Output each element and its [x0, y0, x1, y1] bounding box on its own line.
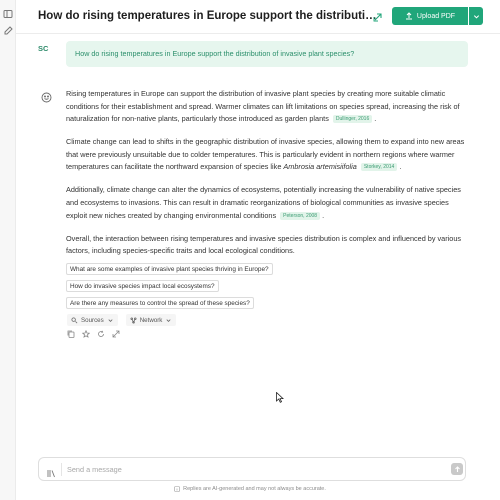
upload-pdf-label: Upload PDF — [416, 12, 456, 20]
ai-avatar-icon — [41, 90, 52, 103]
chevron-down-icon — [166, 318, 171, 322]
message-input[interactable] — [67, 463, 447, 476]
disclaimer-text: Replies are AI-generated and may not alw… — [183, 486, 326, 492]
sources-label: Sources — [81, 316, 104, 324]
send-button[interactable] — [451, 463, 463, 475]
network-label: Network — [139, 316, 163, 324]
suggestion-button[interactable]: What are some examples of invasive plant… — [66, 263, 273, 275]
composer-divider — [61, 463, 62, 476]
question-text: How do rising temperatures in Europe sup… — [75, 49, 355, 58]
answer-paragraph: Overall, the interaction between rising … — [66, 233, 462, 256]
share-icon[interactable] — [372, 10, 384, 22]
disclaimer: Replies are AI-generated and may not alw… — [0, 486, 500, 492]
header: How do rising temperatures in Europe sup… — [16, 0, 500, 34]
user-avatar: SC — [38, 44, 49, 53]
answer-paragraph: Additionally, climate change can alter t… — [66, 185, 461, 220]
suggestion-button[interactable]: Are there any measures to control the sp… — [66, 297, 254, 309]
send-icon — [454, 465, 460, 472]
species-name: Ambrosia artemisiifolia — [283, 162, 357, 172]
star-icon[interactable] — [82, 330, 90, 338]
citation-badge[interactable]: Peterson, 2008 — [280, 211, 321, 220]
upload-pdf-button[interactable]: Upload PDF — [392, 7, 468, 25]
question-bubble: How do rising temperatures in Europe sup… — [66, 41, 468, 67]
chevron-down-icon — [108, 318, 113, 322]
answer-paragraph: Rising temperatures in Europe can suppor… — [66, 89, 460, 124]
suggested-questions: What are some examples of invasive plant… — [66, 263, 273, 314]
left-rail — [0, 0, 16, 500]
upload-dropdown-button[interactable] — [469, 7, 483, 25]
answer-tabs: Sources Network — [67, 314, 177, 326]
sidebar-toggle-icon[interactable] — [3, 9, 13, 19]
message-composer — [38, 457, 466, 481]
expand-icon[interactable] — [112, 330, 120, 338]
info-icon — [174, 486, 180, 492]
copy-icon[interactable] — [67, 330, 75, 338]
page-title: How do rising temperatures in Europe sup… — [38, 10, 378, 22]
answer-paragraph: Climate change can lead to shifts in the… — [66, 137, 465, 172]
new-chat-icon[interactable] — [3, 26, 13, 36]
network-dropdown[interactable]: Network — [125, 314, 177, 326]
suggestion-button[interactable]: How do invasive species impact local eco… — [66, 280, 219, 292]
citation-badge[interactable]: Storkey, 2014 — [360, 163, 398, 172]
sources-icon — [71, 316, 78, 323]
refresh-icon[interactable] — [97, 330, 105, 338]
answer-body: Rising temperatures in Europe can suppor… — [66, 88, 470, 268]
library-icon[interactable] — [47, 465, 56, 478]
answer-actions — [67, 330, 120, 338]
upload-icon — [405, 12, 412, 20]
chevron-down-icon — [473, 14, 479, 19]
sources-dropdown[interactable]: Sources — [67, 314, 118, 326]
citation-badge[interactable]: Dullinger, 2016 — [332, 115, 373, 124]
mouse-cursor-icon — [276, 390, 285, 403]
network-icon — [130, 316, 137, 324]
